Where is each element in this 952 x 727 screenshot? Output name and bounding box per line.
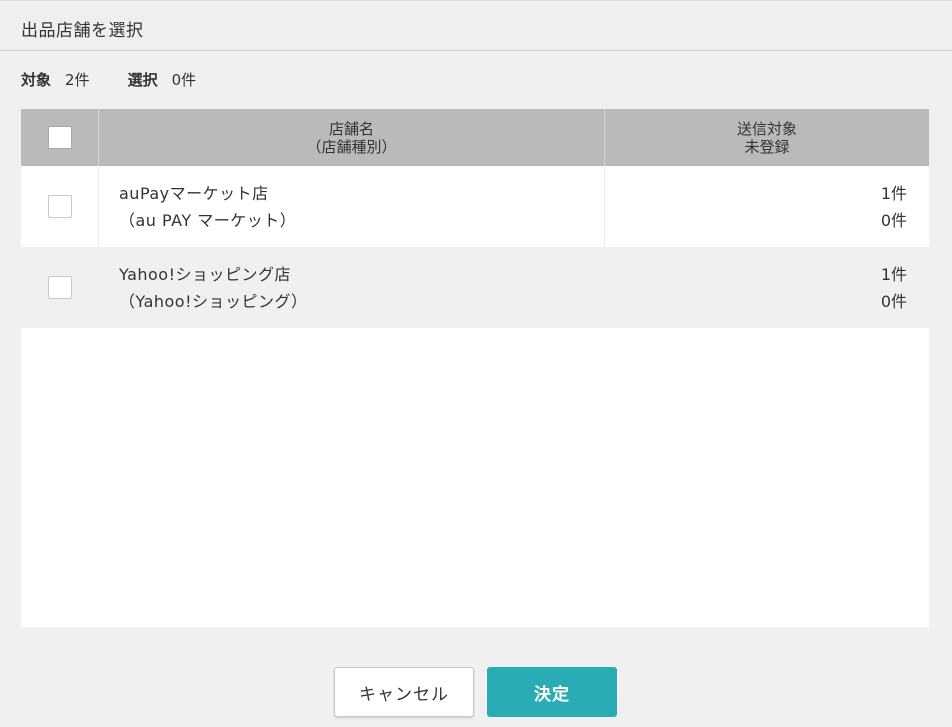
header-send-status: 送信対象 未登録 <box>605 109 929 166</box>
unregistered-count: 0件 <box>880 210 907 230</box>
selection-summary: 対象 2件 選択 0件 <box>21 69 196 90</box>
send-target-count: 1件 <box>880 264 907 284</box>
store-table: 店舗名 （店舗種別） 送信対象 未登録 auPayマーケット店 （au PAY … <box>21 109 929 627</box>
table-header: 店舗名 （店舗種別） 送信対象 未登録 <box>21 109 929 166</box>
header-send-status-line2: 未登録 <box>744 137 790 156</box>
row-checkbox[interactable] <box>47 195 72 218</box>
send-status-cell: 1件 0件 <box>605 166 929 247</box>
header-store-name: 店舗名 （店舗種別） <box>99 109 605 166</box>
target-count-label: 対象 <box>21 71 52 89</box>
send-status-cell: 1件 0件 <box>605 247 929 328</box>
table-row[interactable]: Yahoo!ショッピング店 （Yahoo!ショッピング） 1件 0件 <box>21 247 929 328</box>
unregistered-count: 0件 <box>880 291 907 311</box>
row-check-cell <box>21 247 99 328</box>
dialog-title: 出品店舗を選択 <box>21 21 144 41</box>
header-store-name-line1: 店舗名 <box>328 119 374 138</box>
cancel-button[interactable]: キャンセル <box>334 667 474 717</box>
dialog-header: 出品店舗を選択 <box>0 0 952 51</box>
store-name: auPayマーケット店 <box>119 183 269 203</box>
header-store-name-line2: （店舗種別） <box>306 137 397 156</box>
select-all-checkbox[interactable] <box>47 126 72 149</box>
header-send-status-line1: 送信対象 <box>736 119 797 138</box>
store-name: Yahoo!ショッピング店 <box>119 264 292 284</box>
table-row[interactable]: auPayマーケット店 （au PAY マーケット） 1件 0件 <box>21 166 929 247</box>
row-checkbox[interactable] <box>48 276 72 299</box>
row-check-cell <box>21 166 99 247</box>
store-type: （Yahoo!ショッピング） <box>119 291 308 311</box>
store-type: （au PAY マーケット） <box>119 210 297 230</box>
confirm-button[interactable]: 決定 <box>487 667 617 717</box>
send-target-count: 1件 <box>880 183 907 203</box>
header-check-cell <box>21 109 99 166</box>
target-count-value: 2件 <box>65 71 90 89</box>
store-name-cell: Yahoo!ショッピング店 （Yahoo!ショッピング） <box>99 247 605 328</box>
store-name-cell: auPayマーケット店 （au PAY マーケット） <box>99 166 605 247</box>
selected-count-value: 0件 <box>171 71 197 89</box>
selected-count-label: 選択 <box>127 71 158 89</box>
